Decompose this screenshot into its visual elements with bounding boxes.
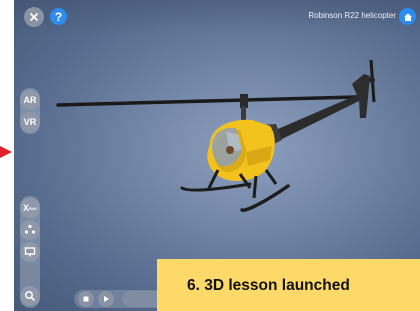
stop-icon (83, 296, 89, 302)
caption-banner: 6. 3D lesson launched (157, 259, 420, 311)
xray-sublabel: RAY (28, 205, 38, 211)
disabled-tool-button[interactable] (20, 264, 40, 284)
close-button[interactable] (24, 7, 44, 27)
vr-button[interactable]: VR (20, 112, 40, 132)
help-button[interactable]: ? (50, 8, 67, 25)
tools-group: X RAY (20, 196, 40, 308)
screen-icon (24, 247, 36, 257)
ar-button[interactable]: AR (20, 90, 40, 110)
search-button[interactable] (20, 286, 40, 306)
close-icon (29, 12, 39, 22)
play-icon (104, 296, 109, 302)
xray-button[interactable]: X RAY (20, 198, 40, 218)
explode-icon (24, 224, 36, 234)
model-title: Robinson R22 helicopter (308, 11, 396, 20)
present-button[interactable] (20, 242, 40, 262)
caption-text: 6. 3D lesson launched (187, 277, 350, 294)
explode-button[interactable] (20, 220, 40, 240)
search-icon (25, 291, 36, 302)
ar-vr-group: AR VR (20, 88, 40, 134)
home-button[interactable] (399, 8, 416, 25)
stop-button[interactable] (78, 291, 94, 307)
play-button[interactable] (98, 291, 114, 307)
pointer-arrow (0, 146, 12, 158)
home-icon (403, 13, 412, 21)
